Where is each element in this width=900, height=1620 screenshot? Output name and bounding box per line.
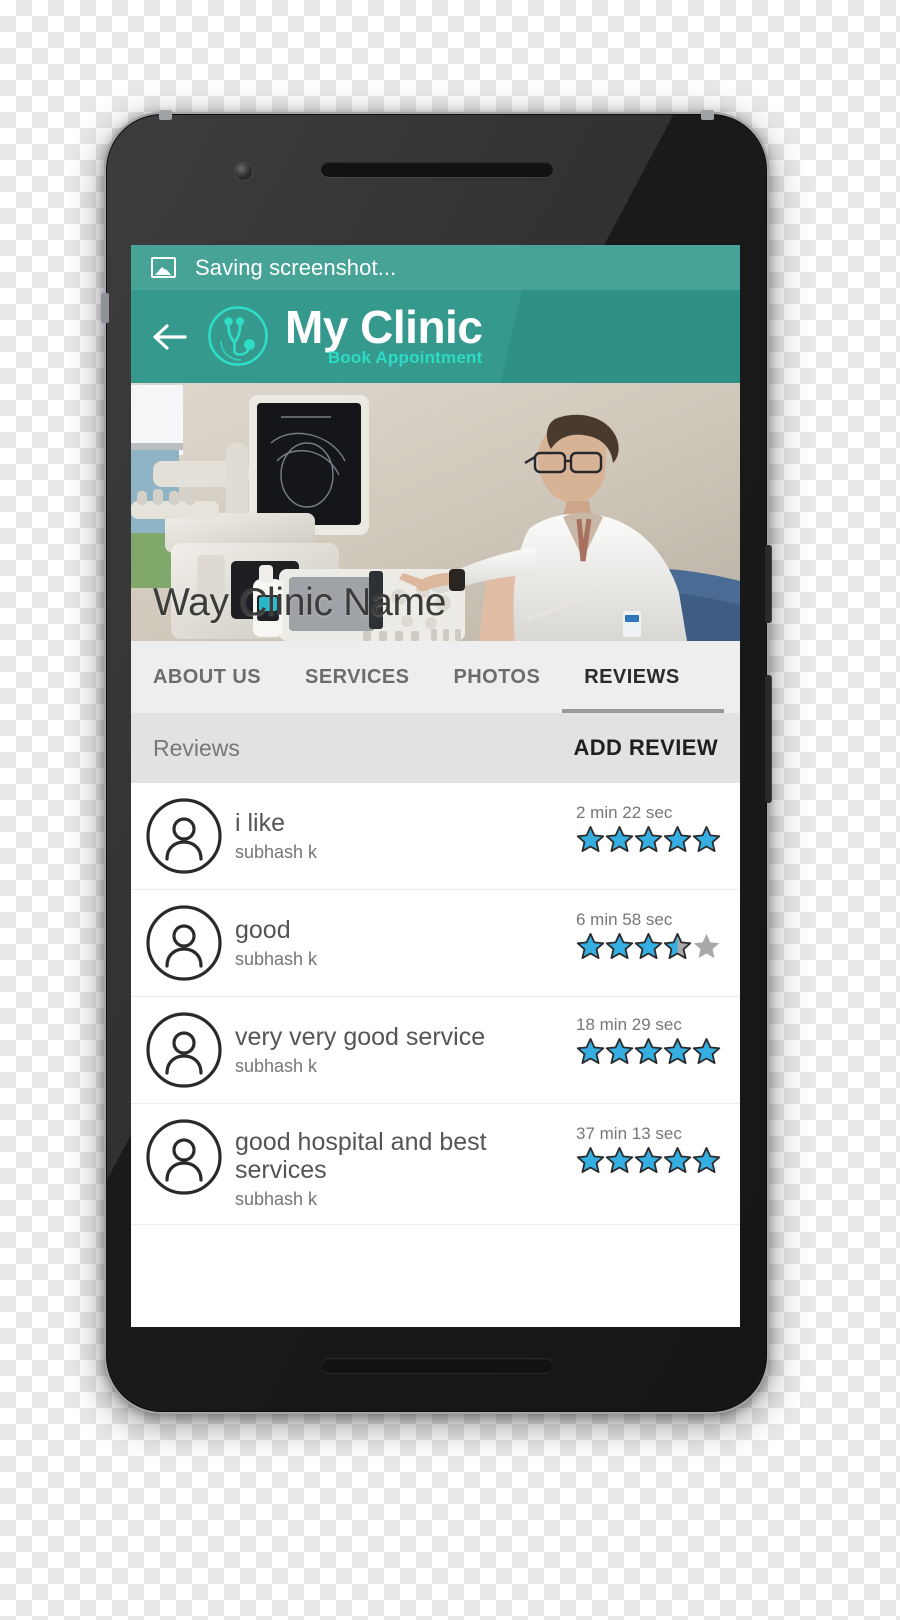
reviews-section-header: Reviews ADD REVIEW [131, 713, 740, 783]
review-time: 18 min 29 sec [576, 1015, 682, 1034]
star-icon [634, 826, 663, 853]
tab-services[interactable]: SERVICES [283, 641, 431, 713]
status-bar-text: Saving screenshot... [195, 254, 397, 280]
reviews-label: Reviews [153, 734, 240, 761]
star-icon [634, 1038, 663, 1065]
tab-bar: ABOUT US SERVICES PHOTOS REVIEWS [131, 641, 740, 713]
review-text-block: i like subhash k [235, 797, 576, 863]
brand-text-block: My Clinic Book Appointment [285, 300, 483, 368]
star-icon [663, 1147, 692, 1174]
star-icon [605, 933, 634, 960]
star-icon [693, 933, 720, 959]
review-meta-block: 37 min 13 sec [576, 1118, 722, 1175]
review-time: 6 min 58 sec [576, 910, 673, 929]
star-icon [692, 826, 721, 853]
avatar-icon [146, 905, 222, 981]
antenna-nub-left [159, 110, 172, 120]
review-title: very very good service [235, 1023, 486, 1051]
avatar [145, 797, 223, 875]
volume-button[interactable] [765, 675, 772, 803]
rating-stars[interactable] [576, 932, 722, 961]
review-author: subhash k [235, 1056, 318, 1076]
tab-about-us[interactable]: ABOUT US [131, 641, 283, 713]
avatar [145, 1011, 223, 1089]
app-bar: My Clinic Book Appointment [131, 290, 740, 383]
phone-device-frame: Saving screenshot... My Clinic Book Appo… [101, 110, 772, 1414]
star-icon [692, 1147, 721, 1174]
review-title: good hospital and best services [235, 1128, 487, 1184]
front-camera-icon [235, 163, 252, 180]
rating-stars[interactable] [576, 1146, 722, 1175]
back-button[interactable] [131, 322, 207, 352]
star-icon [576, 1147, 605, 1174]
back-arrow-icon [153, 323, 187, 350]
star-icon [692, 1038, 721, 1065]
star-icon [663, 933, 692, 960]
review-text-block: very very good service subhash k [235, 1011, 576, 1077]
review-title: good [235, 916, 291, 944]
earpiece-speaker [320, 162, 553, 177]
status-bar: Saving screenshot... [131, 245, 740, 290]
add-review-button[interactable]: ADD REVIEW [573, 735, 718, 761]
star-icon [634, 1147, 663, 1174]
star-icon [605, 1147, 634, 1174]
power-button[interactable] [765, 545, 772, 623]
star-icon [663, 826, 692, 853]
clinic-hero-image: Way Clinic Name [131, 383, 740, 641]
review-meta-block: 18 min 29 sec [576, 1011, 722, 1066]
review-meta-block: 6 min 58 sec [576, 904, 722, 961]
stethoscope-logo-icon [207, 305, 269, 367]
star-icon [663, 1038, 692, 1065]
rating-stars[interactable] [576, 825, 722, 854]
review-text-block: good hospital and best services subhash … [235, 1118, 576, 1210]
review-list: i like subhash k 2 min 22 sec good subha… [131, 783, 740, 1225]
phone-screen: Saving screenshot... My Clinic Book Appo… [131, 245, 740, 1327]
review-author: subhash k [235, 949, 318, 969]
review-row[interactable]: good subhash k 6 min 58 sec [131, 890, 740, 997]
review-author: subhash k [235, 842, 318, 862]
star-icon [576, 826, 605, 853]
review-row[interactable]: i like subhash k 2 min 22 sec [131, 783, 740, 890]
brand-block: My Clinic Book Appointment [207, 300, 483, 368]
rating-stars[interactable] [576, 1037, 722, 1066]
review-row[interactable]: good hospital and best services subhash … [131, 1104, 740, 1225]
avatar-icon [146, 798, 222, 874]
review-row[interactable]: very very good service subhash k 18 min … [131, 997, 740, 1104]
bottom-speaker [320, 1358, 553, 1373]
star-icon [605, 1038, 634, 1065]
star-icon [634, 933, 663, 960]
review-time: 37 min 13 sec [576, 1124, 682, 1143]
avatar [145, 1118, 223, 1196]
review-text-block: good subhash k [235, 904, 576, 970]
antenna-nub-side [101, 293, 109, 323]
star-icon [576, 933, 605, 960]
app-title: My Clinic [285, 300, 483, 353]
review-author: subhash k [235, 1189, 318, 1209]
clinic-name-overlay: Way Clinic Name [153, 581, 447, 624]
star-icon [605, 826, 634, 853]
avatar [145, 904, 223, 982]
review-time: 2 min 22 sec [576, 803, 673, 822]
review-title: i like [235, 809, 286, 837]
star-icon [576, 1038, 605, 1065]
tab-photos[interactable]: PHOTOS [431, 641, 562, 713]
tab-reviews[interactable]: REVIEWS [562, 641, 725, 713]
image-icon [151, 257, 176, 278]
avatar-icon [146, 1012, 222, 1088]
avatar-icon [146, 1119, 222, 1195]
review-meta-block: 2 min 22 sec [576, 797, 722, 854]
antenna-nub-right [701, 110, 714, 120]
